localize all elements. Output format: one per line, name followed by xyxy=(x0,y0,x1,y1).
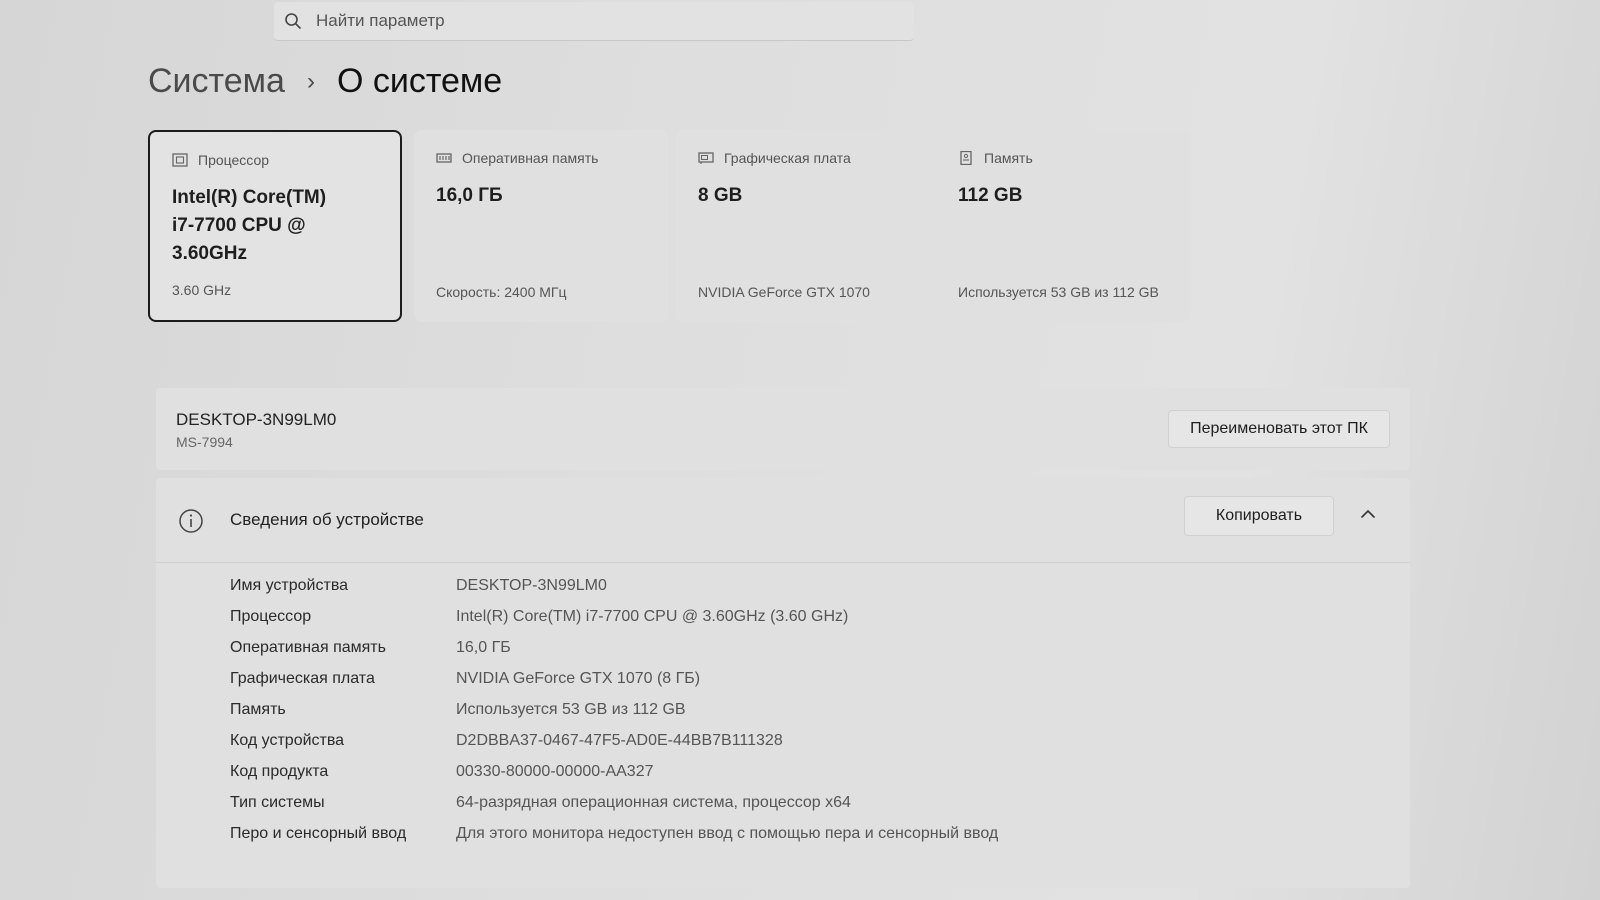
search-box[interactable] xyxy=(274,2,914,41)
storage-icon xyxy=(960,151,972,165)
page-title: О системе xyxy=(336,62,503,100)
breadcrumb-parent-link[interactable]: Система xyxy=(148,62,285,101)
spec-row-device-name: Имя устройства DESKTOP-3N99LM0 xyxy=(230,570,998,601)
breadcrumb-separator-icon: › xyxy=(306,67,315,95)
spec-label: Имя устройства xyxy=(230,576,349,594)
spec-value: 64-разрядная операционная система, проце… xyxy=(456,793,851,811)
spec-value: DESKTOP-3N99LM0 xyxy=(456,576,607,594)
search-icon xyxy=(285,13,301,29)
spec-label: Перо и сенсорный ввод xyxy=(230,824,407,842)
device-info-header[interactable]: Сведения об устройстве Копировать xyxy=(156,478,1410,563)
device-name-panel: DESKTOP-3N99LM0 MS-7994 Переименовать эт… xyxy=(156,388,1410,470)
breadcrumb: Система › О системе xyxy=(148,62,502,101)
spec-row-ram: Оперативная память 16,0 ГБ xyxy=(230,632,998,663)
device-name: DESKTOP-3N99LM0 xyxy=(176,410,337,429)
card-value: 8 GB xyxy=(698,185,743,206)
spec-row-processor: Процессор Intel(R) Core(TM) i7-7700 CPU … xyxy=(230,601,998,632)
card-title: Процессор xyxy=(198,152,270,168)
spec-label: Графическая плата xyxy=(230,669,375,687)
device-info-title: Сведения об устройстве xyxy=(230,510,424,529)
spec-value: D2DBBA37-0467-47F5-AD0E-44BB7B111328 xyxy=(456,731,783,749)
spec-value: Для этого монитора недоступен ввод с пом… xyxy=(456,824,999,842)
info-icon xyxy=(179,509,203,533)
spec-label: Оперативная память xyxy=(230,638,386,656)
spec-value: 00330-80000-00000-AA327 xyxy=(456,762,654,780)
card-header: Процессор xyxy=(172,152,378,168)
spec-row-pen-touch: Перо и сенсорный ввод Для этого монитора… xyxy=(230,818,998,849)
spec-row-gpu: Графическая плата NVIDIA GeForce GTX 107… xyxy=(230,663,998,694)
spec-value: NVIDIA GeForce GTX 1070 (8 ГБ) xyxy=(456,669,701,687)
card-subtext: 3.60 GHz xyxy=(172,282,232,298)
device-model: MS-7994 xyxy=(176,434,233,450)
spec-value: Intel(R) Core(TM) i7-7700 CPU @ 3.60GHz … xyxy=(456,607,849,625)
spec-label: Тип системы xyxy=(230,793,325,811)
copy-button[interactable]: Копировать xyxy=(1184,496,1334,536)
spec-value: Используется 53 GB из 112 GB xyxy=(456,700,686,718)
card-title: Оперативная память xyxy=(462,150,599,166)
gpu-card[interactable]: Графическая плата 8 GB NVIDIA GeForce GT… xyxy=(676,130,930,322)
spec-label: Код устройства xyxy=(230,731,345,749)
card-subtext: Используется 53 GB из 112 GB xyxy=(958,284,1159,300)
processor-icon xyxy=(172,153,188,167)
spec-value: 16,0 ГБ xyxy=(456,638,511,656)
spec-row-storage: Память Используется 53 GB из 112 GB xyxy=(230,694,998,725)
card-header: Графическая плата xyxy=(698,150,908,166)
spec-row-system-type: Тип системы 64-разрядная операционная си… xyxy=(230,787,998,818)
device-info-panel: Сведения об устройстве Копировать Имя ус… xyxy=(156,478,1410,888)
card-title: Память xyxy=(984,150,1033,166)
ram-card[interactable]: Оперативная память 16,0 ГБ Скорость: 240… xyxy=(414,130,668,322)
gpu-icon xyxy=(698,152,714,164)
card-value: 16,0 ГБ xyxy=(436,185,503,206)
ram-icon xyxy=(436,153,452,163)
spec-row-device-id: Код устройства D2DBBA37-0467-47F5-AD0E-4… xyxy=(230,725,998,756)
chevron-up-icon[interactable] xyxy=(1356,502,1380,526)
card-header: Оперативная память xyxy=(436,150,646,166)
card-value: Intel(R) Core(TM) i7-7700 CPU @ 3.60GHz xyxy=(172,187,327,264)
rename-pc-button[interactable]: Переименовать этот ПК xyxy=(1168,410,1390,448)
card-title: Графическая плата xyxy=(724,150,851,166)
spec-row-product-id: Код продукта 00330-80000-00000-AA327 xyxy=(230,756,998,787)
spec-label: Процессор xyxy=(230,607,312,625)
card-subtext: Скорость: 2400 МГц xyxy=(436,284,567,300)
processor-card[interactable]: Процессор Intel(R) Core(TM) i7-7700 CPU … xyxy=(148,130,402,322)
card-value: 112 GB xyxy=(958,185,1023,206)
spec-label: Память xyxy=(230,700,286,718)
card-subtext: NVIDIA GeForce GTX 1070 xyxy=(698,284,870,300)
settings-page: Система › О системе Процессор Intel(R) C… xyxy=(0,0,1600,900)
search-input[interactable] xyxy=(314,10,878,32)
card-header: Память xyxy=(958,150,1168,166)
storage-card[interactable]: Память 112 GB Используется 53 GB из 112 … xyxy=(936,130,1190,322)
spec-label: Код продукта xyxy=(230,762,329,780)
device-spec-list: Имя устройства DESKTOP-3N99LM0 Процессор… xyxy=(230,570,998,849)
